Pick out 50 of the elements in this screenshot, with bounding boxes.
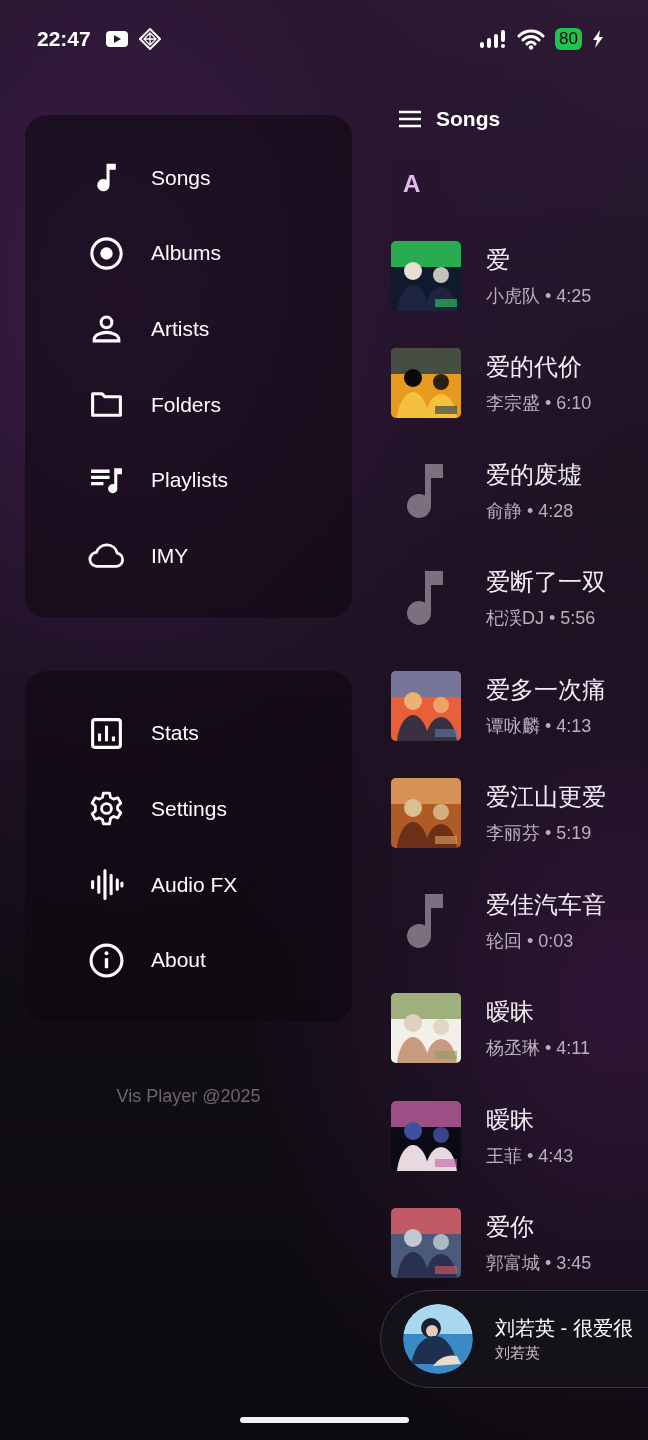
song-artist-duration: 俞静 • 4:28 — [486, 499, 575, 523]
menu-item[interactable]: Playlists — [25, 442, 352, 518]
song-artist-duration: 轮回 • 0:03 — [486, 929, 575, 953]
song-title[interactable]: 爱多一次痛 — [486, 673, 606, 706]
now-playing-artist: 刘若英 — [495, 1344, 541, 1363]
song-artist-duration: 李宗盛 • 6:10 — [486, 392, 592, 416]
menu-icon[interactable] — [398, 110, 422, 128]
disc-icon — [88, 234, 125, 272]
signal-icon — [479, 28, 508, 49]
menu-item[interactable]: About — [25, 922, 352, 998]
song-title[interactable]: 爱的废墟 — [486, 458, 582, 491]
settings-icon — [88, 790, 125, 828]
menu-item[interactable]: IMY — [25, 517, 352, 594]
song-artist-duration: 李丽芬 • 5:19 — [486, 822, 593, 846]
menu-item[interactable]: Settings — [25, 771, 352, 847]
battery-level: 80 — [555, 27, 582, 50]
menu-item[interactable]: Folders — [25, 366, 352, 443]
song-artist-duration: 杨丞琳 • 4:11 — [486, 1037, 590, 1061]
song-title[interactable]: 爱你 — [486, 1211, 592, 1244]
note-icon — [407, 569, 445, 628]
info-icon — [88, 941, 125, 979]
now-playing-title: 刘若英 - 很爱很 — [495, 1316, 633, 1341]
song-artist-duration: 谭咏麟 • 4:13 — [486, 714, 593, 738]
song-title[interactable]: 爱断了一双 — [486, 566, 606, 599]
song-title[interactable]: 爱 — [486, 243, 592, 276]
menu-item[interactable]: Audio FX — [25, 846, 352, 923]
menu-item[interactable]: Stats — [25, 695, 352, 772]
diamond-icon — [138, 27, 161, 50]
screen-title: Songs — [436, 107, 501, 131]
song-artist-duration: 王菲 • 4:43 — [486, 1144, 574, 1168]
song-artist-duration: 小虎队 • 4:25 — [486, 284, 592, 308]
song-title[interactable]: 暧昧 — [486, 996, 590, 1029]
menu-item[interactable]: Songs — [25, 140, 352, 216]
song-title[interactable]: 爱佳汽车音 — [486, 888, 606, 921]
section-letter: A — [402, 168, 422, 199]
clock-time: 22:47 — [37, 26, 91, 51]
app-version-text: Vis Player @2025 — [115, 1085, 262, 1107]
menu-item[interactable]: Albums — [25, 215, 352, 292]
song-artist-duration: 杞渓DJ • 5:56 — [486, 607, 597, 631]
mini-player[interactable]: 刘若英 - 很爱很 刘若英 — [380, 1290, 648, 1388]
play-icon — [104, 29, 129, 48]
song-title[interactable]: 暧昧 — [486, 1103, 574, 1136]
menu-item[interactable]: Artists — [25, 291, 352, 367]
bolt-icon — [592, 29, 604, 48]
song-artist-duration: 郭富城 • 3:45 — [486, 1252, 592, 1276]
wifi-icon — [517, 27, 546, 50]
song-title[interactable]: 爱江山更爱 — [486, 781, 606, 814]
note-icon — [407, 461, 445, 520]
note-icon — [407, 891, 445, 950]
song-title[interactable]: 爱的代价 — [486, 351, 592, 384]
